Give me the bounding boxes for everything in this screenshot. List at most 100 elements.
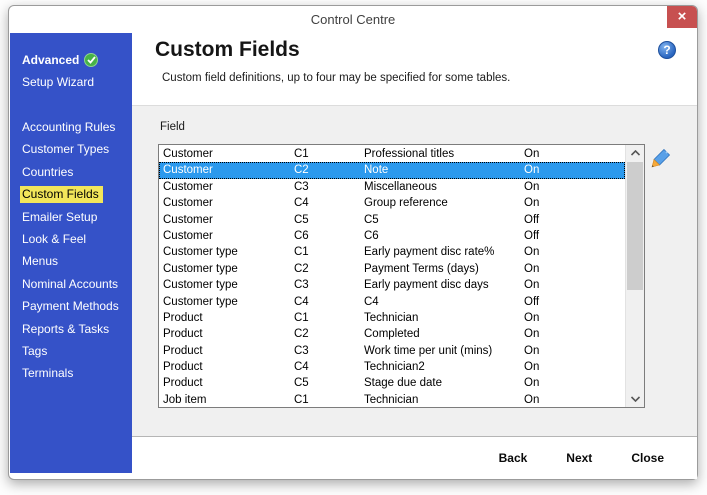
close-icon: ×: [677, 8, 687, 25]
titlebar: Control Centre ×: [9, 6, 697, 33]
cell-state: On: [524, 311, 540, 324]
cell-code: C5: [294, 377, 309, 390]
sidebar-nav: Accounting Rules Customer Types Countries C…: [20, 116, 132, 385]
cell-code: C1: [294, 311, 309, 324]
cell-table: Customer: [163, 213, 213, 226]
cell-table: Customer: [163, 197, 213, 210]
table-row[interactable]: Product C2 Completed On: [159, 326, 625, 342]
table-row[interactable]: Customer C1 Professional titles On: [159, 146, 625, 162]
cell-table: Customer: [163, 229, 213, 242]
close-button[interactable]: ×: [667, 6, 697, 28]
scroll-up-button[interactable]: [626, 145, 644, 161]
table-row[interactable]: Product C5 Stage due date On: [159, 375, 625, 391]
sidebar-item-setup-wizard[interactable]: Setup Wizard: [22, 71, 132, 93]
cell-name: Stage due date: [364, 377, 443, 390]
cell-state: On: [524, 197, 540, 210]
sidebar-item-look-feel[interactable]: Look & Feel: [22, 228, 132, 250]
cell-name: Note: [364, 164, 389, 177]
cell-code: C6: [294, 229, 309, 242]
sidebar-item-customer-types[interactable]: Customer Types: [22, 138, 132, 160]
cell-table: Product: [163, 344, 203, 357]
cell-name: Group reference: [364, 197, 448, 210]
advanced-label: Advanced: [22, 53, 80, 67]
field-label: Field: [160, 121, 185, 133]
cell-name: Early payment disc days: [364, 279, 489, 292]
table-row[interactable]: Customer C5 C5 Off: [159, 212, 625, 228]
sidebar-item-accounting-rules[interactable]: Accounting Rules: [22, 116, 132, 138]
table-row[interactable]: Customer C6 C6 Off: [159, 228, 625, 244]
sidebar-item-payment-methods[interactable]: Payment Methods: [22, 295, 132, 317]
table-row[interactable]: Product C1 Technician On: [159, 310, 625, 326]
sidebar-item-nominal-accounts[interactable]: Nominal Accounts: [22, 273, 132, 295]
window-title: Control Centre: [310, 12, 396, 27]
cell-code: C2: [294, 262, 309, 275]
sidebar-section-advanced: Advanced: [22, 49, 132, 71]
table-row[interactable]: Job item C1 Technician On: [159, 392, 625, 407]
table-row[interactable]: Product C3 Work time per unit (mins) On: [159, 343, 625, 359]
page-subtitle: Custom field definitions, up to four may…: [162, 72, 511, 84]
control-centre-window: Control Centre × Advanced Setup Wizard A…: [8, 5, 698, 480]
sidebar-item-terminals[interactable]: Terminals: [22, 362, 132, 384]
chevron-down-icon: [630, 396, 640, 402]
cell-name: C5: [364, 213, 379, 226]
sidebar-item-custom-fields[interactable]: Custom Fields: [20, 183, 132, 205]
cell-name: Technician: [364, 393, 419, 406]
custom-fields-list: Customer C1 Professional titles On Customer C…: [158, 144, 645, 408]
cell-state: On: [524, 148, 540, 160]
cell-code: C3: [294, 279, 309, 292]
close-wizard-button[interactable]: Close: [631, 451, 664, 465]
scroll-down-button[interactable]: [626, 391, 644, 407]
table-row[interactable]: Customer type C4 C4 Off: [159, 294, 625, 310]
back-button[interactable]: Back: [499, 451, 528, 465]
cell-name: C4: [364, 295, 379, 308]
cell-name: Completed: [364, 328, 420, 341]
cell-name: Payment Terms (days): [364, 262, 479, 275]
sidebar-item-label: Look & Feel: [22, 231, 87, 246]
check-circle-icon: [84, 53, 99, 67]
cell-code: C1: [294, 246, 309, 259]
cell-code: C3: [294, 344, 309, 357]
cell-state: On: [524, 279, 540, 292]
sidebar-item-label: Tags: [22, 343, 48, 358]
cell-code: C4: [294, 361, 309, 374]
sidebar-item-label: Terminals: [22, 366, 74, 381]
table-row[interactable]: Customer type C3 Early payment disc days On: [159, 277, 625, 293]
sidebar-item-label: Menus: [22, 254, 59, 269]
cell-state: On: [524, 344, 540, 357]
next-button[interactable]: Next: [566, 451, 592, 465]
table-row[interactable]: Product C4 Technician2 On: [159, 359, 625, 375]
table-row[interactable]: Customer type C2 Payment Terms (days) On: [159, 261, 625, 277]
cell-name: C6: [364, 229, 379, 242]
sidebar-item-label: Emailer Setup: [22, 209, 98, 224]
chevron-up-icon: [630, 150, 640, 156]
cell-name: Early payment disc rate%: [364, 246, 495, 259]
help-icon[interactable]: ?: [658, 41, 676, 59]
sidebar-item-emailer-setup[interactable]: Emailer Setup: [22, 206, 132, 228]
scrollbar-thumb[interactable]: [627, 162, 643, 290]
sidebar-item-menus[interactable]: Menus: [22, 250, 132, 272]
cell-state: Off: [524, 213, 540, 226]
cell-table: Customer: [163, 148, 213, 160]
sidebar-item-tags[interactable]: Tags: [22, 340, 132, 362]
cell-table: Product: [163, 311, 203, 324]
cell-table: Customer type: [163, 295, 238, 308]
cell-code: C4: [294, 295, 309, 308]
table-row[interactable]: Customer type C1 Early payment disc rate% O…: [159, 244, 625, 260]
cell-name: Technician: [364, 311, 419, 324]
cell-state: Off: [524, 295, 540, 308]
table-row[interactable]: Customer C2 Note On: [159, 162, 625, 179]
sidebar-item-countries[interactable]: Countries: [22, 161, 132, 183]
scrollbar[interactable]: [625, 145, 644, 407]
sidebar-item-reports-tasks[interactable]: Reports & Tasks: [22, 318, 132, 340]
setup-wizard-label: Setup Wizard: [22, 75, 95, 89]
sidebar-item-label: Reports & Tasks: [22, 321, 110, 336]
cell-code: C1: [294, 393, 309, 406]
cell-state: Off: [524, 229, 540, 242]
table-row[interactable]: Customer C4 Group reference On: [159, 195, 625, 211]
cell-table: Product: [163, 377, 203, 390]
cell-name: Miscellaneous: [364, 180, 437, 193]
edit-pencil-icon[interactable]: [651, 148, 671, 168]
cell-table: Customer: [163, 164, 213, 177]
table-row[interactable]: Customer C3 Miscellaneous On: [159, 179, 625, 195]
sidebar-item-label: Payment Methods: [22, 299, 119, 314]
